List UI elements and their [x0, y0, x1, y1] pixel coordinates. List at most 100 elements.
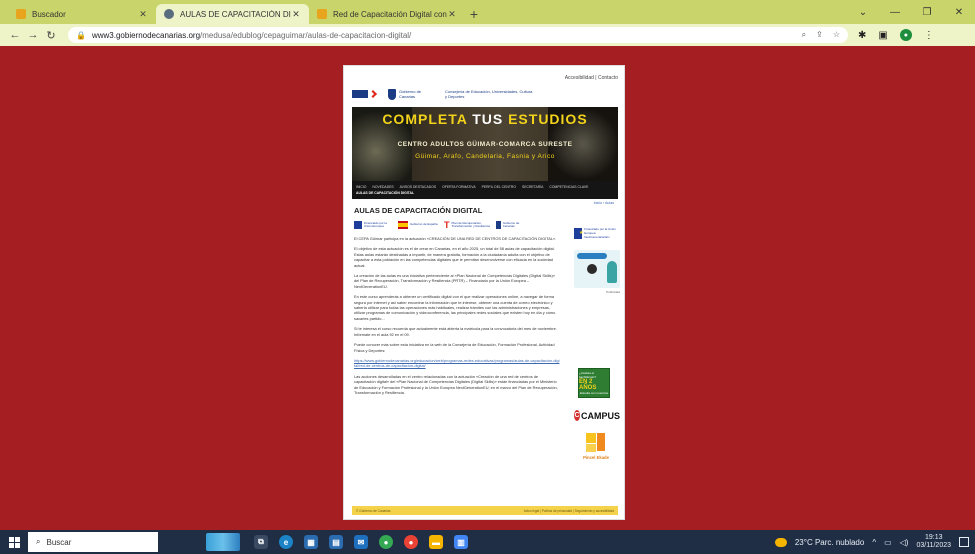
- close-window-button[interactable]: ✕: [943, 0, 975, 24]
- paragraph-course: En este curso aprenderás a obtener un ce…: [354, 294, 556, 321]
- ad-caption: Publicidad: [606, 290, 620, 294]
- eu-flag-icon: [574, 227, 584, 239]
- start-button[interactable]: [0, 530, 28, 554]
- tab-red-capacitacion[interactable]: Red de Capacitación Digital con ✕: [309, 4, 465, 24]
- taskbar-search[interactable]: ⌕ Buscar: [28, 532, 158, 552]
- tab-search-icon[interactable]: ⌄: [847, 0, 879, 24]
- calendar-icon[interactable]: ▤: [329, 535, 343, 549]
- edge-icon[interactable]: e: [279, 535, 293, 549]
- pincel-ekade-link[interactable]: Pincel Ekade: [582, 433, 610, 469]
- pincel-label: Pincel Ekade: [583, 455, 609, 460]
- taskbar: ⌕ Buscar ⧉ e ▦ ▤ ✉ ● ● ▬ ▥ 23°C Parc. nu…: [0, 530, 975, 554]
- page-title: AULAS DE CAPACITACIÓN DIGITAL: [354, 206, 483, 215]
- chrome-icon[interactable]: ●: [379, 535, 393, 549]
- banner-subtitle: CENTRO ADULTOS GÜIMAR-COMARCA SURESTE: [397, 141, 573, 148]
- url-host: www3.gobiernodecanarias.org: [91, 30, 201, 40]
- close-icon[interactable]: ✕: [447, 9, 457, 20]
- docs-icon[interactable]: ▥: [454, 535, 468, 549]
- window-controls: ⌄ — ❐ ✕: [847, 0, 975, 24]
- ministry-name: Consejería de Educación, Universidades, …: [445, 89, 533, 99]
- shield-icon: [388, 88, 396, 100]
- tab-buscador[interactable]: Buscador ✕: [8, 4, 156, 24]
- tab-label: Red de Capacitación Digital con: [333, 9, 447, 19]
- store-icon[interactable]: ▦: [304, 535, 318, 549]
- tab-strip: Buscador ✕ AULAS DE CAPACITACIÓN DIGIT ✕…: [0, 0, 975, 24]
- video-promo[interactable]: [574, 250, 620, 288]
- zoom-icon[interactable]: ⌕: [802, 30, 806, 40]
- tab-label: Buscador: [32, 9, 66, 19]
- pinned-apps: ⧉ e ▦ ▤ ✉ ● ● ▬ ▥: [254, 535, 468, 549]
- eu-nextgen-banner[interactable]: Financiado por la Unión Europea NextGene…: [574, 224, 620, 242]
- eu-label: Financiado por la Unión Europea NextGene…: [584, 227, 616, 239]
- notifications-icon[interactable]: [959, 537, 969, 547]
- close-icon[interactable]: ✕: [138, 9, 148, 20]
- chevron-up-icon[interactable]: ^: [872, 538, 876, 547]
- consejeria-link[interactable]: https://www.gobiernodecanarias.org/educa…: [354, 358, 559, 368]
- footer-links[interactable]: Aviso legal | Política de privacidad | S…: [524, 509, 614, 513]
- avatar[interactable]: ●: [899, 29, 912, 41]
- paragraph-intro: El CEPA Güímar participa en la actuación…: [354, 236, 557, 241]
- reload-icon[interactable]: ↻: [42, 29, 60, 42]
- person-illustration: [607, 261, 617, 283]
- canarias-logo: Gobierno de Canarias: [496, 220, 526, 230]
- government-name: Gobierno de Canarias: [399, 89, 422, 99]
- accessibility-links[interactable]: Accesibilidad | Contacto: [565, 75, 618, 81]
- network-icon[interactable]: ▭: [884, 538, 892, 547]
- breadcrumb[interactable]: Inicio › Aulas: [594, 201, 614, 205]
- file-explorer-icon[interactable]: ▬: [429, 535, 443, 549]
- chrome-profile-icon[interactable]: ●: [404, 535, 418, 549]
- search-highlight-art[interactable]: [206, 533, 240, 551]
- footer-copyright: © Gobierno de Canarias: [356, 508, 391, 513]
- web-page: Accesibilidad | Contacto Gobierno de Can…: [343, 65, 625, 520]
- bookmark-star-icon[interactable]: ☆: [833, 30, 840, 40]
- paragraph-objective: El objetivo de esta actuación es el de c…: [354, 246, 555, 268]
- forward-icon[interactable]: →: [24, 29, 42, 41]
- paragraph-enrol: Si te interesa el curso recuerda que act…: [354, 326, 557, 337]
- paragraph-plan: La creación de las aulas es una iniciati…: [354, 273, 555, 289]
- campus-logo-icon: C: [574, 410, 580, 421]
- nav-item-aulas[interactable]: AULAS DE CAPACITACIÓN DIGITAL: [356, 190, 614, 196]
- volume-icon[interactable]: ◁): [900, 538, 909, 547]
- paragraph-funding: Las acciones desarrolladas en el centro …: [354, 373, 558, 395]
- extensions-icon[interactable]: ✱: [858, 30, 866, 41]
- task-view-icon[interactable]: ⧉: [254, 535, 268, 549]
- weather-text[interactable]: 23°C Parc. nublado: [795, 538, 864, 547]
- tab-aulas[interactable]: AULAS DE CAPACITACIÓN DIGIT ✕: [156, 4, 309, 24]
- maximize-button[interactable]: ❐: [911, 0, 943, 24]
- tab-label: AULAS DE CAPACITACIÓN DIGIT: [180, 9, 291, 19]
- eu-funding-logo: Financiado por la Unión Europea: [354, 220, 392, 230]
- banner-title: COMPLETA TUS ESTUDIOS: [382, 111, 588, 127]
- page-footer: © Gobierno de Canarias Aviso legal | Pol…: [352, 506, 618, 515]
- address-bar-row: ← → ↻ 🔒 www3.gobiernodecanarias.org /med…: [0, 24, 975, 46]
- spain-government-logo: Gobierno de España: [398, 220, 438, 230]
- minimize-button[interactable]: —: [879, 0, 911, 24]
- hero-banner: COMPLETA TUS ESTUDIOS CENTRO ADULTOS GÜI…: [352, 107, 618, 181]
- article: AULAS DE CAPACITACIÓN DIGITAL Financiado…: [354, 206, 560, 506]
- back-icon[interactable]: ←: [6, 29, 24, 41]
- main-nav: INICIO NOVEDADES AVISOS DESTACADOS OFERT…: [352, 181, 618, 199]
- close-icon[interactable]: ✕: [291, 9, 301, 20]
- share-icon[interactable]: ⇪: [816, 30, 823, 40]
- system-tray: 23°C Parc. nublado ^ ▭ ◁) 19:13 03/11/20…: [774, 534, 975, 550]
- menu-kebab-icon[interactable]: ⋮: [924, 30, 934, 41]
- study-promo-banner[interactable]: ¿Acabas el bachillerato? EN 2 AÑOS Estud…: [578, 368, 610, 398]
- folder-icon: [317, 9, 327, 19]
- windows-icon: [8, 536, 20, 548]
- campus-link[interactable]: C CAMPUS: [574, 410, 620, 421]
- mail-icon[interactable]: ✉: [354, 535, 368, 549]
- search-placeholder: Buscar: [46, 537, 72, 547]
- weather-icon[interactable]: [774, 537, 787, 547]
- speech-bubble-icon: [577, 253, 607, 259]
- search-icon: ⌕: [36, 537, 41, 546]
- clock[interactable]: 19:13 03/11/2023: [916, 534, 951, 550]
- play-icon[interactable]: [587, 264, 597, 274]
- url-path: /medusa/edublog/cepaguimar/aulas-de-capa…: [200, 30, 412, 40]
- new-tab-button[interactable]: +: [465, 4, 483, 24]
- lock-icon[interactable]: 🔒: [76, 31, 86, 40]
- url-input[interactable]: 🔒 www3.gobiernodecanarias.org /medusa/ed…: [68, 27, 848, 43]
- ecca-logo[interactable]: [352, 89, 380, 99]
- header-logos: Gobierno de Canarias Consejería de Educa…: [352, 86, 618, 102]
- gobierno-canarias-logo[interactable]: Gobierno de Canarias: [388, 88, 437, 100]
- sidepanel-icon[interactable]: ▣: [878, 30, 887, 41]
- funders-strip: Financiado por la Unión Europea Gobierno…: [354, 219, 560, 231]
